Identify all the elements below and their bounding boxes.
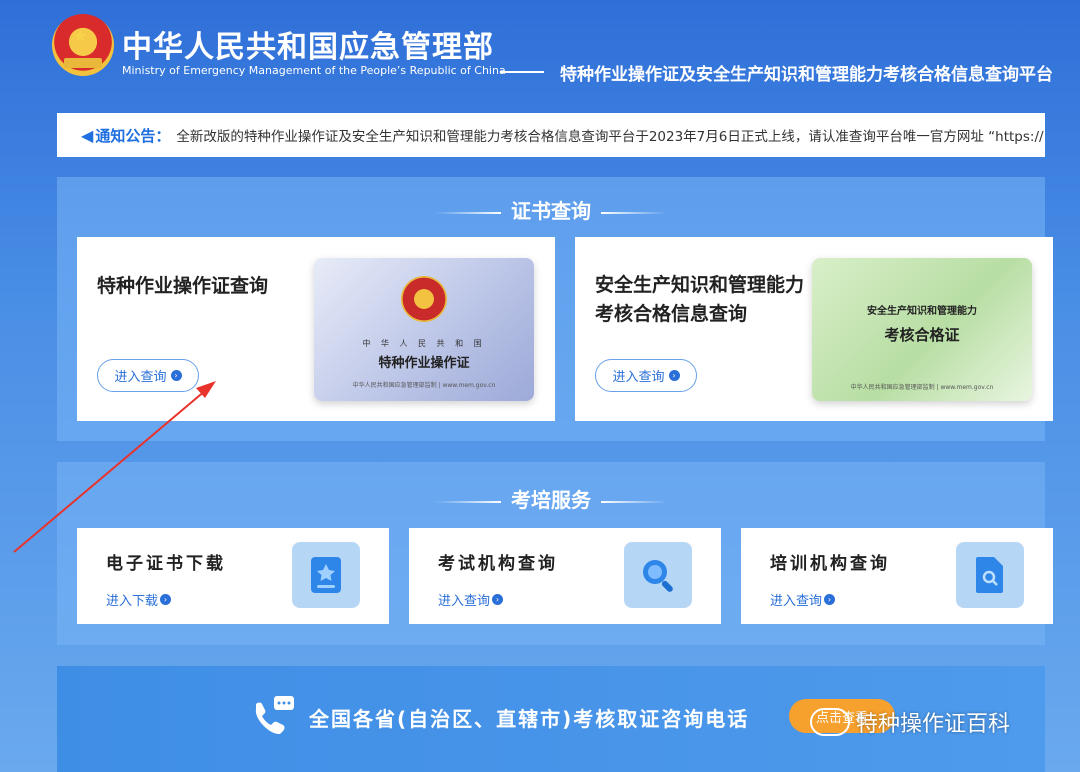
arrow-right-icon: ›: [668, 370, 680, 381]
notice-bar[interactable]: ◀︎ 通知公告： 全新改版的特种作业操作证及安全生产知识和管理能力考核合格信息查…: [57, 113, 1045, 157]
arrow-right-icon: ›: [492, 594, 504, 605]
safety-knowledge-cert-card[interactable]: 安全生产知识和管理能力 考核合格信息查询 进入查询 › 安全生产知识和管理能力 …: [575, 237, 1053, 421]
arrow-right-icon: ›: [170, 370, 182, 381]
enter-query-link[interactable]: 进入查询 ›: [770, 590, 836, 609]
section-title: 考培服务: [57, 484, 1045, 513]
card-title-line2: 考核合格信息查询: [595, 303, 748, 325]
button-label: 进入查询: [114, 370, 167, 385]
cert-text: 安全生产知识和管理能力: [867, 306, 977, 317]
notice-label: 通知公告：: [95, 126, 171, 145]
wechat-icon: [810, 708, 850, 736]
button-label: 进入查询: [612, 370, 665, 385]
document-search-icon: [956, 542, 1024, 608]
notice-text[interactable]: 全新改版的特种作业操作证及安全生产知识和管理能力考核合格信息查询平台于2023年…: [176, 125, 1043, 145]
training-institution-query-card[interactable]: 培训机构查询 进入查询 ›: [741, 528, 1053, 624]
watermark-text: 特种操作证百科: [856, 712, 1011, 737]
national-emblem-icon: ★: [52, 14, 114, 76]
section-title-text: 证书查询: [511, 199, 591, 223]
service-title: 培训机构查询: [770, 554, 890, 574]
cert-footer: 中华人民共和国应急管理部监制 | www.mem.gov.cn: [850, 384, 994, 391]
wechat-watermark: 特种操作证百科: [810, 706, 1010, 738]
header-divider: [500, 71, 544, 73]
enter-query-button[interactable]: 进入查询 ›: [595, 359, 697, 392]
enter-query-button[interactable]: 进入查询 ›: [97, 359, 199, 392]
service-title: 考试机构查询: [438, 554, 558, 574]
enter-download-link[interactable]: 进入下载 ›: [106, 590, 172, 609]
special-operation-cert-card[interactable]: 特种作业操作证查询 进入查询 › 中 华 人 民 共 和 国 特种作业操作证 中…: [77, 237, 555, 421]
section-title-text: 考培服务: [511, 488, 591, 512]
enter-query-link[interactable]: 进入查询 ›: [438, 590, 504, 609]
site-title-en: Ministry of Emergency Management of the …: [122, 64, 506, 77]
arrow-right-icon: ›: [160, 594, 172, 605]
card-title-line1: 安全生产知识和管理能力: [595, 274, 805, 296]
card-title: 特种作业操作证查询: [97, 275, 269, 297]
service-title: 电子证书下载: [106, 554, 226, 574]
link-label: 进入查询: [770, 594, 823, 609]
consult-phone-text: 全国各省(自治区、直辖市)考核取证咨询电话: [309, 707, 750, 731]
speaker-icon: ◀︎: [81, 125, 94, 145]
cert-image: 安全生产知识和管理能力 考核合格证 中华人民共和国应急管理部监制 | www.m…: [812, 258, 1032, 401]
link-label: 进入查询: [438, 594, 491, 609]
site-header: ★ 中华人民共和国应急管理部 Ministry of Emergency Man…: [0, 0, 1080, 108]
section-title: 证书查询: [57, 195, 1045, 224]
cert-text: 中 华 人 民 共 和 国: [362, 339, 486, 348]
link-label: 进入下载: [106, 594, 159, 609]
cert-title: 特种作业操作证: [378, 356, 470, 371]
card-title: 安全生产知识和管理能力 考核合格信息查询: [595, 271, 804, 329]
site-title: 中华人民共和国应急管理部: [122, 30, 494, 65]
phone-icon: [255, 696, 294, 735]
exam-institution-query-card[interactable]: 考试机构查询 进入查询 ›: [409, 528, 721, 624]
cert-title: 考核合格证: [884, 326, 960, 344]
platform-subtitle: 特种作业操作证及安全生产知识和管理能力考核合格信息查询平台: [560, 65, 1053, 85]
certificate-icon: [292, 542, 360, 608]
magnifier-icon: [624, 542, 692, 608]
arrow-right-icon: ›: [824, 594, 836, 605]
e-cert-download-card[interactable]: 电子证书下载 进入下载 ›: [77, 528, 389, 624]
cert-image: 中 华 人 民 共 和 国 特种作业操作证 中华人民共和国应急管理部监制 | w…: [314, 258, 534, 401]
cert-footer: 中华人民共和国应急管理部监制 | www.mem.gov.cn: [352, 382, 496, 389]
emblem-icon: [401, 276, 447, 322]
